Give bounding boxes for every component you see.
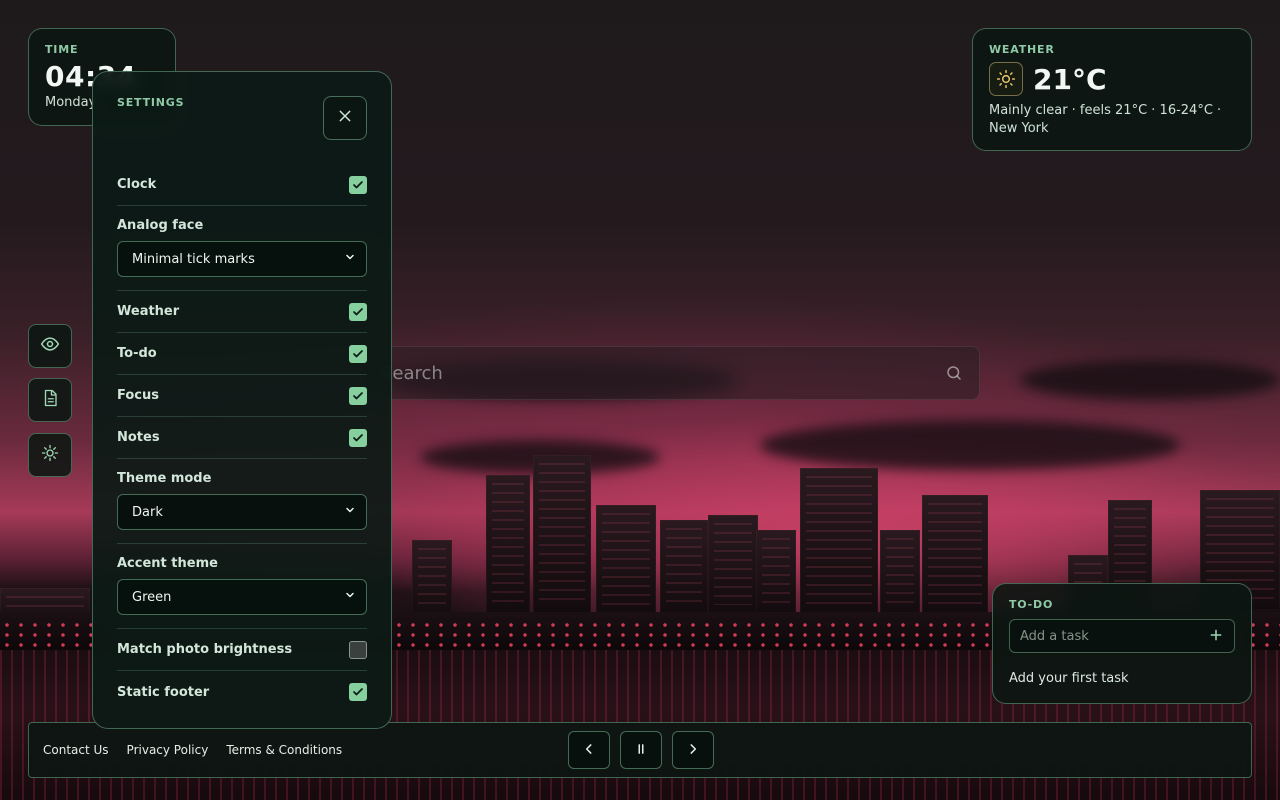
todo-widget: TO-DO Add your first task [992,583,1252,704]
chevron-down-icon [344,251,356,267]
setting-focus-label: Focus [117,388,159,403]
setting-theme-mode-label: Theme mode [117,471,212,486]
plus-icon [1209,627,1223,646]
notes-button[interactable] [28,378,72,422]
eye-icon [40,334,60,358]
todo-empty-state: Add your first task [1009,671,1129,686]
document-icon [41,389,59,411]
add-task-button[interactable] [1206,626,1226,646]
chevron-down-icon [344,589,356,605]
setting-clock: Clock [117,164,367,206]
footer: Contact Us Privacy Policy Terms & Condit… [28,722,1252,778]
gear-icon [41,444,59,466]
theme-toggle-button[interactable] [28,433,72,477]
chevron-right-icon [686,741,700,760]
search-input[interactable] [361,347,921,399]
analog-face-select[interactable]: Minimal tick marks [117,241,367,277]
setting-analog-face-label: Analog face [117,218,204,233]
sun-icon [989,62,1023,96]
privacy-policy-link[interactable]: Privacy Policy [127,743,209,757]
setting-notes-label: Notes [117,430,160,445]
focus-checkbox[interactable] [349,386,367,405]
setting-theme-mode: Theme mode Dark [117,459,367,544]
setting-todo-label: To-do [117,346,157,361]
close-icon [337,108,353,128]
settings-panel: SETTINGS Clock Analog face Minimal tick … [92,71,392,729]
temperature: 21°C [1033,62,1107,96]
setting-static-footer: Static footer [117,671,367,713]
clock-checkbox[interactable] [349,175,367,194]
theme-mode-value: Dark [132,504,163,520]
setting-notes: Notes [117,417,367,459]
setting-clock-label: Clock [117,177,157,192]
weather-description: Mainly clear · feels 21°C · 16-24°C · Ne… [989,103,1222,136]
weather-label: WEATHER [989,43,1055,56]
setting-match-brightness: Match photo brightness [117,629,367,671]
previous-photo-button[interactable] [568,731,610,769]
settings-title: SETTINGS [117,96,185,109]
accent-theme-select[interactable]: Green [117,579,367,615]
setting-accent-theme: Accent theme Green [117,544,367,629]
search-bar [360,346,980,400]
setting-static-footer-label: Static footer [117,684,210,700]
chevron-down-icon [344,504,356,520]
setting-match-brightness-label: Match photo brightness [117,642,293,657]
todo-checkbox[interactable] [349,344,367,363]
setting-accent-theme-label: Accent theme [117,556,218,571]
pause-button[interactable] [620,731,662,769]
setting-weather: Weather [117,291,367,333]
theme-mode-select[interactable]: Dark [117,494,367,530]
chevron-left-icon [582,741,596,760]
todo-input[interactable] [1010,620,1200,652]
terms-link[interactable]: Terms & Conditions [226,743,342,757]
setting-focus: Focus [117,375,367,417]
weather-checkbox[interactable] [349,302,367,321]
accent-theme-value: Green [132,589,172,605]
setting-analog-face: Analog face Minimal tick marks [117,206,367,291]
footer-links: Contact Us Privacy Policy Terms & Condit… [43,743,342,757]
static-footer-checkbox[interactable] [349,683,367,701]
search-icon[interactable] [945,364,963,386]
contact-us-link[interactable]: Contact Us [43,743,109,757]
weather-widget: WEATHER 21°C Mainly clear · feels 21°C ·… [972,28,1252,151]
next-photo-button[interactable] [672,731,714,769]
eye-button[interactable] [28,324,72,368]
todo-input-wrap [1009,619,1235,653]
close-settings-button[interactable] [323,96,367,140]
photo-controls [568,731,714,769]
setting-weather-label: Weather [117,304,180,319]
notes-checkbox[interactable] [349,428,367,447]
time-label: TIME [45,43,79,56]
setting-todo: To-do [117,333,367,375]
todo-label: TO-DO [1009,598,1054,611]
analog-face-value: Minimal tick marks [132,251,255,267]
match-brightness-checkbox[interactable] [349,640,367,659]
pause-icon [634,741,648,760]
